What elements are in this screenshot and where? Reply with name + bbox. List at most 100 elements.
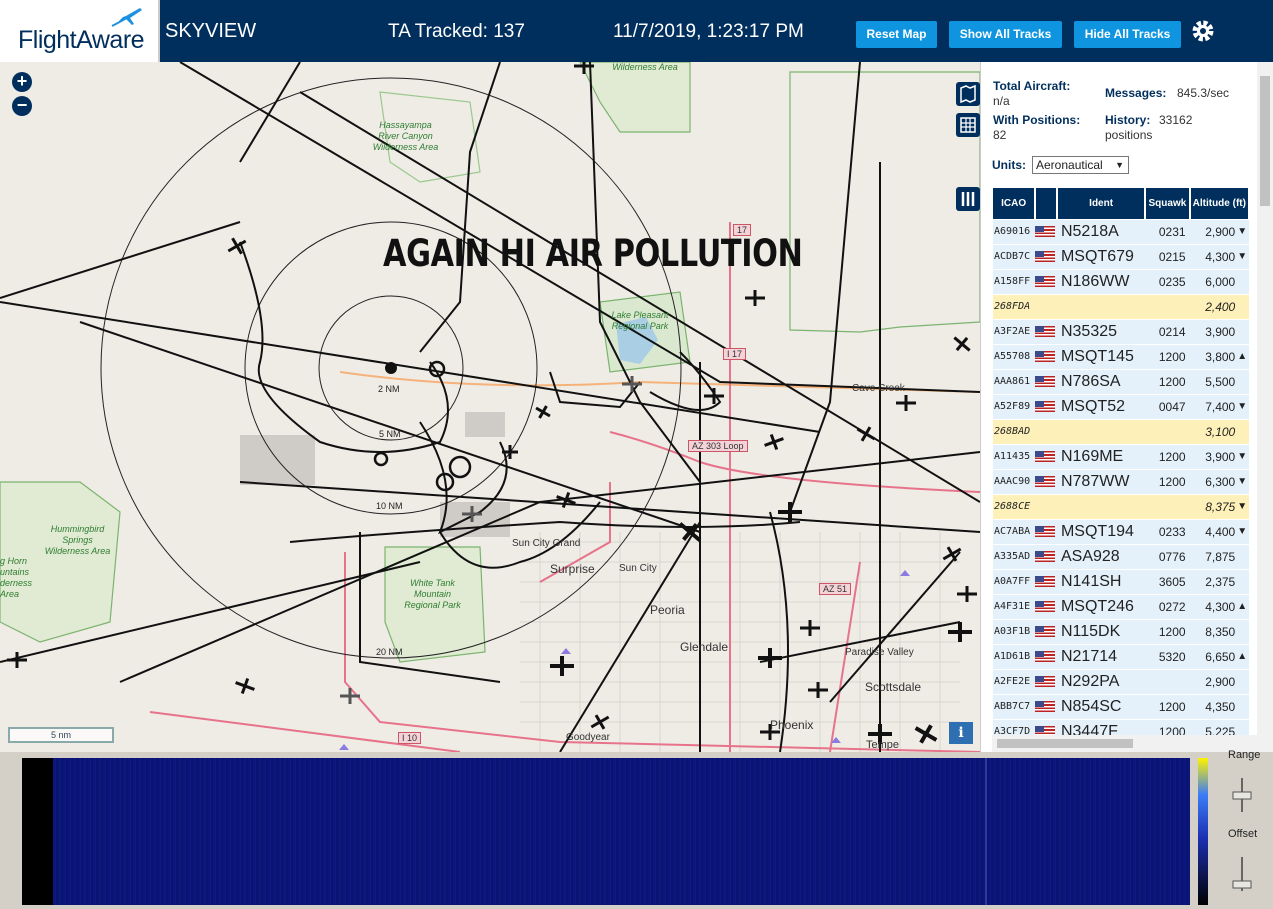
reset-map-button[interactable]: Reset Map xyxy=(856,21,937,48)
flag-cell xyxy=(1035,393,1057,419)
flag-cell xyxy=(1035,293,1057,319)
altitude-cell: 4,300 xyxy=(1189,593,1238,619)
flag-cell xyxy=(1035,668,1057,694)
map-layers-icon[interactable] xyxy=(956,82,980,106)
squawk-cell: 1200 xyxy=(1145,693,1190,719)
trend-cell xyxy=(1237,318,1249,344)
table-row[interactable]: A2FE2E N292PA 2,900 xyxy=(993,668,1249,694)
column-header-squawk[interactable]: Squawk xyxy=(1145,188,1191,219)
table-row[interactable]: A55708 MSQT145 1200 3,800 ▲ xyxy=(993,343,1249,369)
altitude-cell: 2,400 xyxy=(1189,293,1238,319)
horizontal-scrollbar[interactable] xyxy=(992,735,1257,752)
plane-logo-icon xyxy=(111,8,142,27)
table-row[interactable]: 268BAD 3,100 xyxy=(993,418,1249,444)
table-row[interactable]: A11435 N169ME 1200 3,900 ▼ xyxy=(993,443,1249,469)
us-flag-icon xyxy=(1035,676,1056,688)
place-label: Paradise Valley xyxy=(845,647,914,658)
trend-cell: ▼ xyxy=(1237,518,1249,544)
vertical-scrollbar[interactable] xyxy=(1257,62,1273,752)
highway-shield: AZ 303 Loop xyxy=(688,440,748,452)
table-row[interactable]: A4F31E MSQT246 0272 4,300 ▲ xyxy=(993,593,1249,619)
squawk-cell xyxy=(1145,668,1190,694)
altitude-cell: 4,300 xyxy=(1189,243,1238,269)
column-header-ident[interactable]: Ident xyxy=(1056,188,1147,219)
ident-cell xyxy=(1056,493,1146,519)
altitude-cell: 2,900 xyxy=(1189,218,1238,244)
ident-cell: N35325 xyxy=(1056,318,1146,344)
trend-cell xyxy=(1237,368,1249,394)
place-label: Phoenix xyxy=(770,718,814,732)
altitude-cell: 3,900 xyxy=(1189,318,1238,344)
table-row[interactable]: AAAC90 N787WW 1200 6,300 ▼ xyxy=(993,468,1249,494)
app-title: SKYVIEW xyxy=(165,20,257,42)
us-flag-icon xyxy=(1035,601,1056,613)
table-row[interactable]: A03F1B N115DK 1200 8,350 xyxy=(993,618,1249,644)
icao-cell: A335AD xyxy=(993,543,1036,569)
app-header: FlightAware SKYVIEW TA Tracked: 137 11/7… xyxy=(0,0,1273,62)
squawk-cell: 0776 xyxy=(1145,543,1190,569)
ident-cell: MSQT52 xyxy=(1056,393,1146,419)
icao-cell: 268FDA xyxy=(993,293,1036,319)
history-label: History: xyxy=(1105,113,1151,127)
grid-icon[interactable] xyxy=(956,113,980,137)
scroll-thumb[interactable] xyxy=(997,739,1133,748)
zoom-out-button[interactable]: − xyxy=(12,96,32,116)
offset-slider[interactable] xyxy=(1231,855,1253,893)
squawk-cell: 1200 xyxy=(1145,468,1190,494)
units-select[interactable]: Aeronautical ▼ xyxy=(1032,156,1129,174)
columns-icon[interactable] xyxy=(956,187,980,211)
range-label: Range xyxy=(1228,749,1261,761)
table-row[interactable]: ABB7C7 N854SC 1200 4,350 xyxy=(993,693,1249,719)
altitude-cell: 7,400 xyxy=(1189,393,1238,419)
table-row[interactable]: A69016 N5218A 0231 2,900 ▼ xyxy=(993,218,1249,244)
table-row[interactable]: AC7ABA MSQT194 0233 4,400 ▼ xyxy=(993,518,1249,544)
place-label: Surprise xyxy=(550,562,595,576)
icao-cell: AC7ABA xyxy=(993,518,1036,544)
column-header-icao[interactable]: ICAO xyxy=(993,188,1037,219)
flag-cell xyxy=(1035,593,1057,619)
zoom-in-button[interactable]: + xyxy=(12,72,32,92)
table-row[interactable]: 2688CE 8,375 ▼ xyxy=(993,493,1249,519)
map-view[interactable]: + − AGAIN HI AIR POLLUTION 2 NM 5 NM 10 … xyxy=(0,62,980,752)
flightaware-logo[interactable]: FlightAware xyxy=(0,0,160,62)
table-row[interactable]: A335AD ASA928 0776 7,875 xyxy=(993,543,1249,569)
altitude-cell: 4,400 xyxy=(1189,518,1238,544)
trend-cell: ▲ xyxy=(1237,643,1249,669)
table-row[interactable]: A52F89 MSQT52 0047 7,400 ▼ xyxy=(993,393,1249,419)
table-row[interactable]: A3F2AE N35325 0214 3,900 xyxy=(993,318,1249,344)
altitude-cell: 3,800 xyxy=(1189,343,1238,369)
squawk-cell: 1200 xyxy=(1145,343,1190,369)
messages-value: 845.3/sec xyxy=(1177,86,1230,100)
gear-icon[interactable] xyxy=(1190,18,1216,44)
table-row[interactable]: ACDB7C MSQT679 0215 4,300 ▼ xyxy=(993,243,1249,269)
info-button[interactable]: i xyxy=(949,722,973,744)
icao-cell: ACDB7C xyxy=(993,243,1036,269)
hide-all-tracks-button[interactable]: Hide All Tracks xyxy=(1074,21,1181,48)
scroll-thumb[interactable] xyxy=(1260,76,1270,206)
show-all-tracks-button[interactable]: Show All Tracks xyxy=(949,21,1062,48)
trend-cell: ▼ xyxy=(1237,468,1249,494)
place-label: Scottsdale xyxy=(865,680,922,694)
range-slider[interactable] xyxy=(1231,776,1253,814)
flag-cell xyxy=(1035,368,1057,394)
table-row[interactable]: A0A7FF N141SH 3605 2,375 xyxy=(993,568,1249,594)
column-header-altitude[interactable]: Altitude (ft) xyxy=(1189,188,1251,219)
ident-cell: N141SH xyxy=(1056,568,1146,594)
trend-cell xyxy=(1237,568,1249,594)
flag-cell xyxy=(1035,518,1057,544)
table-row[interactable]: A1D61B N21714 5320 6,650 ▲ xyxy=(993,643,1249,669)
table-row[interactable]: AAA861 N786SA 1200 5,500 xyxy=(993,368,1249,394)
ident-cell: N787WW xyxy=(1056,468,1146,494)
column-header-flag xyxy=(1035,188,1058,219)
overlay-annotation: AGAIN HI AIR POLLUTION xyxy=(383,232,803,275)
table-row[interactable]: 268FDA 2,400 xyxy=(993,293,1249,319)
ident-cell: N186WW xyxy=(1056,268,1146,294)
wilderness-label: Hummingbird Springs Wilderness Area xyxy=(44,524,111,556)
trend-cell: ▲ xyxy=(1237,593,1249,619)
ring-label: 10 NM xyxy=(376,501,403,511)
flag-cell xyxy=(1035,218,1057,244)
us-flag-icon xyxy=(1035,251,1056,263)
icao-cell: 268BAD xyxy=(993,418,1036,444)
place-label: Sun City Grand xyxy=(512,538,581,549)
table-row[interactable]: A158FF N186WW 0235 6,000 xyxy=(993,268,1249,294)
